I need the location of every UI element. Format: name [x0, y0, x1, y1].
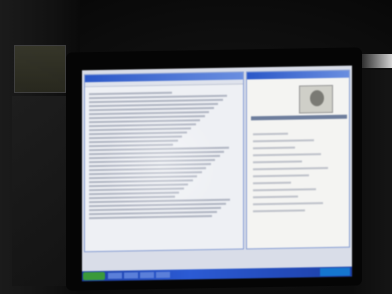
monitor	[66, 47, 362, 291]
monitor-screen	[82, 65, 352, 282]
screen-glare	[102, 103, 222, 226]
web-page-window	[246, 69, 350, 250]
text-line	[253, 160, 303, 164]
photo	[0, 0, 392, 294]
web-page-header-bar	[251, 114, 347, 121]
text-line	[253, 146, 296, 150]
wall-strip	[12, 96, 70, 286]
system-tray	[320, 267, 350, 277]
text-line	[89, 91, 172, 96]
text-line	[253, 195, 298, 199]
web-page-titlebar	[247, 70, 349, 80]
taskbar-item	[140, 272, 154, 279]
taskbar-item	[156, 271, 170, 279]
text-line	[253, 188, 317, 192]
text-line	[253, 132, 289, 136]
wall-panel	[14, 45, 66, 93]
portrait-image	[299, 84, 333, 114]
text-line	[253, 181, 291, 185]
text-line	[253, 139, 314, 143]
taskbar-item	[124, 272, 138, 279]
taskbar-item	[108, 272, 122, 279]
text-line	[253, 167, 328, 171]
text-line	[253, 209, 305, 213]
taskbar	[82, 266, 352, 282]
text-line	[253, 202, 324, 206]
text-line	[253, 174, 310, 178]
text-line	[253, 153, 321, 157]
web-page-text-lines	[253, 127, 341, 241]
portrait-head	[310, 90, 324, 107]
start-button	[83, 271, 105, 281]
